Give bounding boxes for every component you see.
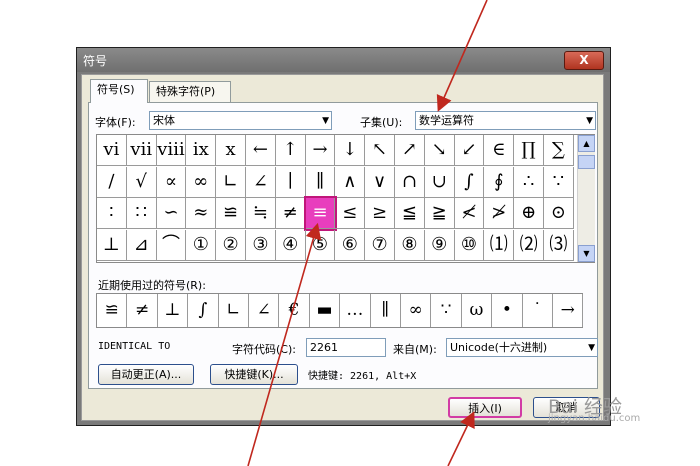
tab-symbols[interactable]: 符号(S) [90,79,148,103]
arrow-to-selected-symbol [247,222,322,466]
arrow-to-subset [436,0,488,112]
arrow-to-insert-button [447,411,475,466]
watermark-url: jingyan.baidu.com [548,413,641,424]
watermark: Bai 经验 [548,396,622,418]
